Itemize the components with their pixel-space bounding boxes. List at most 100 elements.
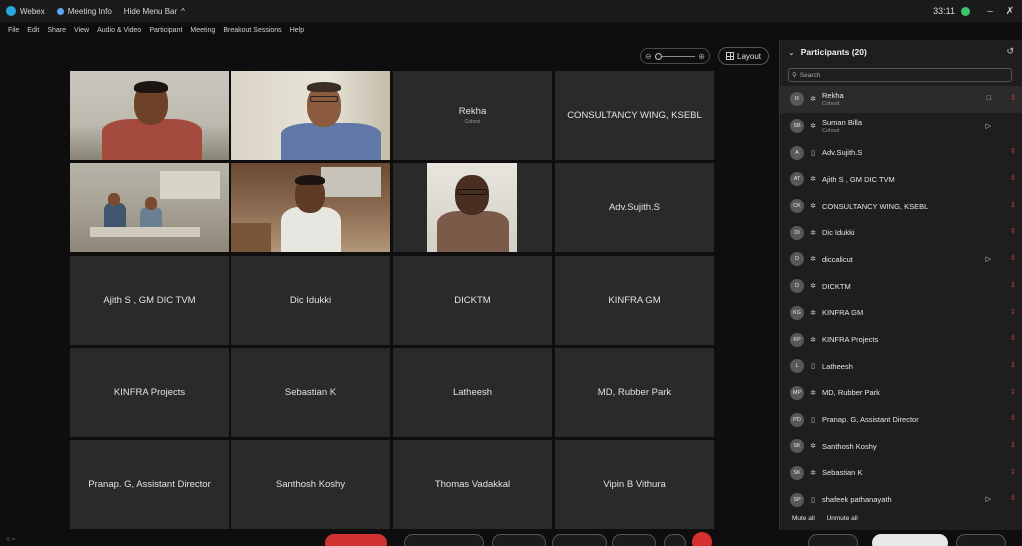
participant-name: Adv.Sujith.S (822, 148, 863, 158)
device-icon: ✲ (810, 443, 816, 451)
video-tile[interactable]: KINFRA GM (555, 256, 714, 345)
muted-mic-icon[interactable]: ‡ (1011, 202, 1015, 209)
mute-button[interactable] (325, 534, 387, 546)
participant-row[interactable]: D ✲ diccalicut ▷ ‡ (780, 246, 1022, 273)
layout-button[interactable]: Layout (718, 47, 770, 65)
video-tile[interactable]: Latheesh (393, 348, 552, 437)
video-tile[interactable] (70, 71, 229, 160)
pop-out-icon[interactable]: ↺ (1006, 46, 1014, 57)
muted-mic-icon[interactable]: ‡ (1011, 389, 1015, 396)
menu-meeting[interactable]: Meeting (190, 27, 215, 34)
video-tile[interactable] (231, 163, 390, 252)
menu-help[interactable]: Help (290, 27, 304, 34)
muted-mic-icon[interactable]: ‡ (1011, 282, 1015, 289)
video-tile[interactable]: Pranap. G, Assistant Director (70, 440, 229, 529)
participant-row[interactable]: SP ▯ shafeek pathanayath ▷ ‡ (780, 486, 1022, 513)
participant-row[interactable]: PD ▯ Pranap. G, Assistant Director ‡ (780, 406, 1022, 433)
participant-row[interactable]: AT ✲ Ajith S , GM DIC TVM ‡ (780, 166, 1022, 193)
muted-mic-icon[interactable]: ‡ (1011, 95, 1015, 102)
participant-name: Santhosh Koshy (822, 441, 877, 451)
participant-row[interactable]: L ▯ Latheesh ‡ (780, 353, 1022, 380)
tile-participant-name: KINFRA GM (608, 295, 661, 306)
zoom-in-icon[interactable]: ⊕ (698, 52, 705, 61)
tile-participant-name: CONSULTANCY WING, KSEBL (567, 110, 702, 121)
muted-mic-icon[interactable]: ‡ (1011, 228, 1015, 235)
stop-video-button[interactable] (404, 534, 484, 546)
minimize-button[interactable]: – (982, 6, 998, 17)
muted-mic-icon[interactable]: ‡ (1011, 415, 1015, 422)
mute-all-button[interactable]: Mute all (792, 515, 815, 522)
menu-breakout-sessions[interactable]: Breakout Sessions (223, 27, 281, 34)
participants-toggle-button[interactable] (872, 534, 948, 546)
video-tile[interactable]: MD, Rubber Park (555, 348, 714, 437)
video-tile[interactable] (70, 163, 229, 252)
zoom-track[interactable] (654, 52, 696, 60)
video-tile[interactable]: Rekha Cohost (393, 71, 552, 160)
muted-mic-icon[interactable]: ‡ (1011, 255, 1015, 262)
participant-row[interactable]: DI ✲ Dic Idukki ‡ (780, 219, 1022, 246)
menu-audio-video[interactable]: Audio & Video (97, 27, 141, 34)
participant-name: shafeek pathanayath (822, 495, 892, 505)
zoom-knob[interactable] (654, 52, 662, 60)
captions-icon[interactable]: ○ ▫ (6, 536, 15, 543)
menu-share[interactable]: Share (47, 27, 66, 34)
video-tile[interactable]: Adv.Sujith.S (555, 163, 714, 252)
participant-row[interactable]: KG ✲ KINFRA GM ‡ (780, 300, 1022, 327)
muted-mic-icon[interactable]: ‡ (1011, 175, 1015, 182)
participant-row[interactable]: KP ✲ KINFRA Projects ‡ (780, 326, 1022, 353)
muted-mic-icon[interactable]: ‡ (1011, 362, 1015, 369)
participant-row[interactable]: A ▯ Adv.Sujith.S ‡ (780, 139, 1022, 166)
participant-row[interactable]: CK ✲ CONSULTANCY WING, KSEBL ‡ (780, 193, 1022, 220)
video-tile[interactable]: Sebastian K (231, 348, 390, 437)
muted-mic-icon[interactable]: ‡ (1011, 309, 1015, 316)
menu-view[interactable]: View (74, 27, 89, 34)
video-tile[interactable] (393, 163, 552, 252)
reactions-button[interactable] (612, 534, 656, 546)
video-tile[interactable]: Dic Idukki (231, 256, 390, 345)
hide-menu-bar-button[interactable]: Hide Menu Bar ^ (124, 7, 185, 16)
video-tile[interactable]: Vipin B Vithura (555, 440, 714, 529)
device-icon: ✲ (810, 203, 816, 211)
end-meeting-button[interactable] (692, 532, 712, 546)
participant-row[interactable]: R ✲ Rekha Cohost □ ‡ (780, 86, 1022, 113)
chevron-down-icon[interactable]: ⌄ (788, 48, 795, 57)
participant-name: CONSULTANCY WING, KSEBL (822, 201, 929, 211)
zoom-slider[interactable]: ⊖ ⊕ (640, 48, 710, 64)
avatar: D (790, 252, 804, 267)
close-button[interactable]: ✗ (1002, 6, 1018, 17)
unmute-all-button[interactable]: Unmute all (827, 515, 858, 522)
more-options-button[interactable] (664, 534, 686, 546)
participant-row[interactable]: D ✲ DICKTM ‡ (780, 273, 1022, 300)
apps-button[interactable] (808, 534, 858, 546)
meeting-info-button[interactable]: Meeting Info (56, 7, 112, 16)
muted-mic-icon[interactable]: ‡ (1011, 148, 1015, 155)
video-tile[interactable]: Thomas Vadakkal (393, 440, 552, 529)
participants-header[interactable]: ⌄ Participants (20) ↺ (780, 40, 1022, 64)
menu-participant[interactable]: Participant (149, 27, 182, 34)
participant-row[interactable]: MP ✲ MD, Rubber Park ‡ (780, 380, 1022, 407)
video-tile[interactable]: Ajith S , GM DIC TVM (70, 256, 229, 345)
video-tile[interactable] (231, 71, 390, 160)
chat-button[interactable] (956, 534, 1006, 546)
video-tile[interactable]: KINFRA Projects (70, 348, 229, 437)
muted-mic-icon[interactable]: ‡ (1011, 469, 1015, 476)
menu-file[interactable]: File (8, 27, 19, 34)
muted-mic-icon[interactable]: ‡ (1011, 495, 1015, 502)
participant-search-input[interactable]: ⚲ Search (788, 68, 1012, 82)
video-tile[interactable]: Santhosh Koshy (231, 440, 390, 529)
video-status-icon: ▷ (985, 122, 991, 130)
layout-label: Layout (737, 51, 762, 61)
record-button[interactable] (552, 534, 607, 546)
muted-mic-icon[interactable]: ‡ (1011, 335, 1015, 342)
participant-row[interactable]: SK ✲ Sebastian K ‡ (780, 460, 1022, 487)
muted-mic-icon[interactable]: ‡ (1011, 442, 1015, 449)
video-tile[interactable]: DICKTM (393, 256, 552, 345)
avatar: A (790, 145, 804, 160)
menu-edit[interactable]: Edit (27, 27, 39, 34)
video-tile[interactable]: CONSULTANCY WING, KSEBL (555, 71, 714, 160)
participant-row[interactable]: SK ✲ Santhosh Koshy ‡ (780, 433, 1022, 460)
share-button[interactable] (492, 534, 546, 546)
device-icon: ▯ (811, 363, 815, 371)
zoom-out-icon[interactable]: ⊖ (645, 52, 652, 61)
participant-row[interactable]: SB ✲ Suman Billa Cohost ▷ (780, 113, 1022, 140)
